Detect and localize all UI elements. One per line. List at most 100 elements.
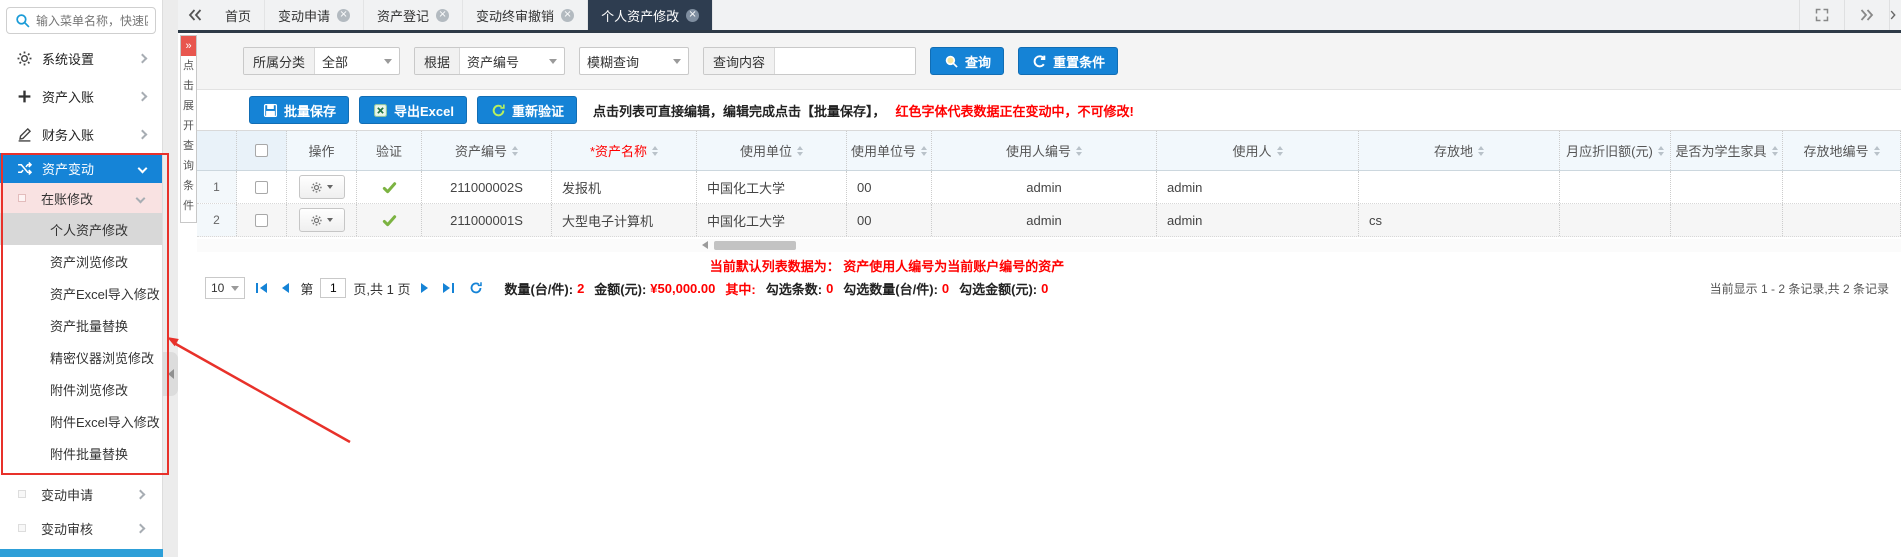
cell-location[interactable]: cs (1359, 204, 1560, 236)
export-excel-button[interactable]: 导出Excel (359, 96, 467, 124)
cell-location-no[interactable] (1783, 171, 1901, 203)
cell-monthly-dep[interactable] (1560, 171, 1671, 203)
sidebar-item-label: 变动审核 (41, 519, 93, 538)
cell-use-unit-no[interactable]: 00 (847, 171, 932, 203)
horizontal-scrollbar[interactable] (197, 239, 1901, 252)
page-number-input[interactable] (320, 278, 346, 298)
sidebar-item[interactable]: 附件Excel导入修改 (0, 405, 162, 437)
reset-conditions-button[interactable]: 重置条件 (1018, 47, 1118, 75)
column-header[interactable]: 使用单位号 (847, 131, 932, 170)
cell-user[interactable]: admin (1157, 171, 1359, 203)
column-header[interactable]: 是否为学生家具 (1671, 131, 1783, 170)
sidebar-item[interactable]: 在账修改 (0, 183, 162, 213)
sidebar-item[interactable]: 资产变动 (0, 153, 162, 183)
sidebar-item-partial[interactable] (0, 549, 163, 557)
tab[interactable]: 资产登记× (364, 0, 463, 30)
column-header[interactable]: 使用单位 (697, 131, 847, 170)
cell-asset-no[interactable]: 211000001S (422, 204, 552, 236)
category-filter-label: 所属分类 (244, 48, 315, 74)
cell-asset-name[interactable]: 发报机 (552, 171, 697, 203)
sidebar-item[interactable]: 资产Excel导入修改 (0, 277, 162, 309)
sidebar-item[interactable]: 财务入账 (0, 115, 162, 153)
first-page-button[interactable] (252, 283, 271, 293)
tab-close-icon[interactable]: × (686, 9, 699, 22)
scrollbar-thumb[interactable] (714, 241, 796, 250)
select-all-checkbox[interactable] (255, 144, 268, 157)
column-header[interactable]: 存放地编号 (1783, 131, 1901, 170)
stat-label: 其中: (725, 279, 755, 298)
save-icon (262, 102, 278, 118)
column-header[interactable]: 存放地 (1359, 131, 1560, 170)
tab-close-icon[interactable]: × (337, 9, 350, 22)
row-actions-button[interactable] (299, 208, 345, 232)
category-select[interactable]: 全部 (315, 48, 399, 74)
cell-use-unit[interactable]: 中国化工大学 (697, 204, 847, 236)
column-header[interactable]: 资产编号 (422, 131, 552, 170)
cell-user-no[interactable]: admin (932, 171, 1157, 203)
column-header[interactable]: *资产名称 (552, 131, 697, 170)
expand-query-button[interactable]: » (181, 36, 196, 56)
sidebar-item-label: 财务入账 (42, 125, 94, 144)
sidebar-collapse-handle[interactable] (163, 352, 178, 396)
cell-user[interactable]: admin (1157, 204, 1359, 236)
cell-asset-no[interactable]: 211000002S (422, 171, 552, 203)
cell-monthly-dep[interactable] (1560, 204, 1671, 236)
main-area: 首页变动申请×资产登记×变动终审撤销×个人资产修改× » 点击展开查询条件 所属… (178, 0, 1901, 557)
column-header[interactable]: 使用人编号 (932, 131, 1157, 170)
scroll-left-icon[interactable] (702, 241, 708, 249)
row-actions-button[interactable] (299, 175, 345, 199)
cell-location-no[interactable] (1783, 204, 1901, 236)
stat-label: 数量(台/件): (504, 279, 573, 298)
sidebar-item[interactable]: 变动审核 (0, 511, 162, 545)
column-header[interactable]: 使用人 (1157, 131, 1359, 170)
tab[interactable]: 变动申请× (265, 0, 364, 30)
tabs-scroll-left-icon[interactable] (178, 0, 212, 30)
revalidate-button[interactable]: 重新验证 (477, 96, 577, 124)
tab[interactable]: 个人资产修改× (588, 0, 713, 30)
sidebar-item[interactable]: 资产批量替换 (0, 309, 162, 341)
sidebar-gutter (163, 0, 178, 557)
tab-close-icon[interactable]: × (436, 9, 449, 22)
query-content-input[interactable] (775, 48, 915, 74)
sidebar-item[interactable]: 资产入账 (0, 77, 162, 115)
cell-use-unit[interactable]: 中国化工大学 (697, 171, 847, 203)
sidebar-item[interactable]: 精密仪器浏览修改 (0, 341, 162, 373)
gear-icon (16, 50, 32, 66)
search-button[interactable]: 查询 (930, 47, 1004, 75)
column-header[interactable]: 月应折旧额(元) (1560, 131, 1671, 170)
chevron-down-icon (231, 286, 239, 291)
sidebar-item[interactable]: 附件浏览修改 (0, 373, 162, 405)
tab[interactable]: 首页 (212, 0, 265, 30)
sidebar-item[interactable]: 系统设置 (0, 39, 162, 77)
tab-close-icon[interactable]: × (561, 9, 574, 22)
page-size-select[interactable]: 10 (205, 277, 245, 299)
cell-student-furniture[interactable] (1671, 171, 1783, 203)
cell-use-unit-no[interactable]: 00 (847, 204, 932, 236)
batch-save-button[interactable]: 批量保存 (249, 96, 349, 124)
cell-user-no[interactable]: admin (932, 204, 1157, 236)
cell-student-furniture[interactable] (1671, 204, 1783, 236)
row-checkbox[interactable] (255, 181, 268, 194)
cell-asset-name[interactable]: 大型电子计算机 (552, 204, 697, 236)
match-mode-select[interactable]: 模糊查询 (580, 48, 688, 74)
sidebar-item[interactable]: 个人资产修改 (0, 213, 162, 245)
forward-icon[interactable] (1844, 0, 1889, 30)
row-checkbox[interactable] (255, 214, 268, 227)
sidebar-item[interactable]: 附件批量替换 (0, 437, 162, 469)
sort-icon (1277, 146, 1283, 156)
stat-value: 0 (826, 281, 833, 296)
sidebar-item[interactable]: 资产浏览修改 (0, 245, 162, 277)
reload-icon[interactable] (465, 281, 487, 295)
last-page-button[interactable] (439, 283, 458, 293)
bullet-icon (18, 490, 26, 498)
sidebar-item[interactable]: 变动申请 (0, 477, 162, 511)
next-page-button[interactable] (417, 283, 432, 293)
fullscreen-icon[interactable] (1799, 0, 1844, 30)
cell-location[interactable] (1359, 171, 1560, 203)
tab[interactable]: 变动终审撤销× (463, 0, 588, 30)
prev-page-button[interactable] (278, 283, 293, 293)
search-input[interactable] (36, 14, 148, 28)
search-by-select[interactable]: 资产编号 (460, 48, 564, 74)
default-list-notice: 当前默认列表数据为： 资产使用人编号为当前账户编号的资产 (197, 256, 1577, 275)
more-icon[interactable] (1889, 0, 1901, 30)
